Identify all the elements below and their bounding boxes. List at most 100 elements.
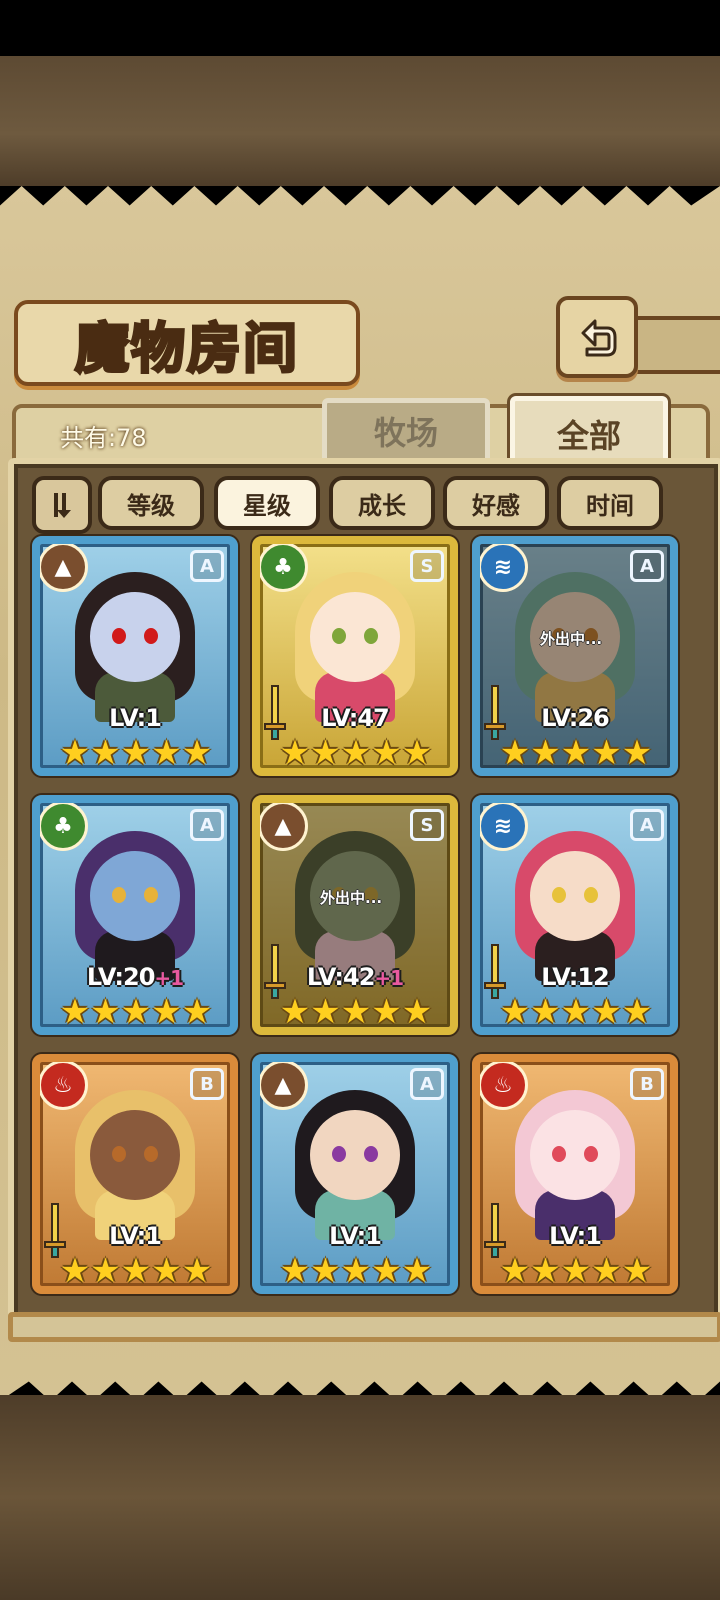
panel-bottom-edge [8, 1312, 720, 1342]
star-icon: ★ [151, 733, 182, 773]
portrait-eye [332, 628, 346, 644]
monster-portrait [60, 562, 210, 722]
portrait-face [90, 1110, 180, 1200]
monster-card[interactable]: ♨ B LV:1 ★ ★ ★ ★ ★ [32, 1054, 238, 1294]
portrait-eye [552, 1146, 566, 1162]
monster-portrait [280, 562, 430, 722]
star-icon: ★ [181, 733, 213, 773]
star-icon: ★ [310, 733, 341, 773]
sort-toggle-icon [54, 493, 71, 518]
level-bonus: +1 [154, 966, 184, 990]
star-icon: ★ [530, 992, 561, 1032]
level-text: LV:1 [109, 704, 162, 732]
star-icon: ★ [120, 1251, 152, 1291]
fire-element-icon: ♨ [40, 1062, 88, 1110]
star-icon: ★ [90, 1251, 121, 1291]
monster-card[interactable]: 外出中... ▲ S LV:42+1 ★ ★ ★ ★ ★ [252, 795, 458, 1035]
portrait-eye [332, 1146, 346, 1162]
portrait-eye [364, 1146, 378, 1162]
sort-by-star-button[interactable]: 星级 [214, 476, 320, 530]
rank-badge: A [630, 809, 664, 841]
star-icon: ★ [401, 733, 433, 773]
star-icon: ★ [181, 992, 213, 1032]
back-button[interactable] [556, 296, 638, 378]
star-icon: ★ [340, 992, 372, 1032]
monster-card[interactable]: ≋ A LV:12 ★ ★ ★ ★ ★ [472, 795, 678, 1035]
sort-by-level-button[interactable]: 等级 [98, 476, 204, 530]
sort-by-affinity-button[interactable]: 好感 [443, 476, 549, 530]
monster-level: LV:1 [480, 1222, 670, 1250]
star-icon: ★ [499, 733, 531, 773]
level-text: LV:26 [541, 704, 609, 732]
monster-card[interactable]: ▲ A LV:1 ★ ★ ★ ★ ★ [252, 1054, 458, 1294]
star-rating: ★ ★ ★ ★ ★ [280, 992, 432, 1032]
portrait-eye [364, 628, 378, 644]
map-background-bottom [0, 1395, 720, 1600]
rank-badge: A [190, 550, 224, 582]
star-icon: ★ [621, 733, 653, 773]
monster-level: LV:42+1 [260, 963, 450, 991]
monster-card[interactable]: ▲ A LV:1 ★ ★ ★ ★ ★ [32, 536, 238, 776]
monster-card[interactable]: ♣ A LV:20+1 ★ ★ ★ ★ ★ [32, 795, 238, 1035]
rank-badge: S [410, 809, 444, 841]
level-text: LV:20 [86, 963, 155, 991]
rank-badge: B [630, 1068, 664, 1100]
away-status-text: 外出中... [540, 630, 603, 648]
portrait-face [530, 851, 620, 941]
portrait-face [90, 851, 180, 941]
level-text: LV:1 [549, 1222, 602, 1250]
monster-level: LV:1 [260, 1222, 450, 1250]
tab-farm[interactable]: 牧场 [322, 398, 490, 464]
monster-card[interactable]: ♨ B LV:1 ★ ★ ★ ★ ★ [472, 1054, 678, 1294]
rank-badge: A [190, 809, 224, 841]
star-icon: ★ [279, 992, 311, 1032]
rank-badge: S [410, 550, 444, 582]
monster-portrait [280, 1080, 430, 1240]
sort-order-toggle[interactable] [32, 476, 92, 534]
rank-badge: A [630, 550, 664, 582]
back-arrow-icon [581, 319, 617, 357]
leaf-element-icon: ♣ [260, 544, 308, 592]
earth-element-icon: ▲ [40, 544, 88, 592]
monster-level: LV:47 [260, 704, 450, 732]
monster-card[interactable]: ♣ S LV:47 ★ ★ ★ ★ ★ [252, 536, 458, 776]
star-icon: ★ [371, 992, 402, 1032]
star-icon: ★ [90, 733, 121, 773]
star-rating: ★ ★ ★ ★ ★ [60, 992, 212, 1032]
map-background-top [0, 56, 720, 186]
level-text: LV:1 [109, 1222, 162, 1250]
sort-by-growth-button[interactable]: 成长 [329, 476, 435, 530]
monster-card[interactable]: 外出中... ≋ A LV:26 ★ ★ ★ ★ ★ [472, 536, 678, 776]
star-icon: ★ [120, 992, 152, 1032]
monster-level: LV:1 [40, 1222, 230, 1250]
star-icon: ★ [59, 1251, 91, 1291]
star-icon: ★ [340, 733, 372, 773]
rank-badge: A [410, 1068, 444, 1100]
level-text: LV:12 [541, 963, 609, 991]
star-icon: ★ [151, 1251, 182, 1291]
portrait-face [530, 1110, 620, 1200]
star-rating: ★ ★ ★ ★ ★ [280, 1251, 432, 1291]
monster-level: LV:12 [480, 963, 670, 991]
star-icon: ★ [401, 1251, 433, 1291]
portrait-eye [144, 628, 158, 644]
star-icon: ★ [560, 992, 592, 1032]
sort-by-time-button[interactable]: 时间 [557, 476, 663, 530]
star-icon: ★ [59, 733, 91, 773]
portrait-face [90, 592, 180, 682]
star-icon: ★ [310, 1251, 341, 1291]
star-rating: ★ ★ ★ ★ ★ [280, 733, 432, 773]
monster-level: LV:26 [480, 704, 670, 732]
status-bar [0, 0, 720, 56]
rank-badge: B [190, 1068, 224, 1100]
monster-portrait [60, 1080, 210, 1240]
star-icon: ★ [591, 733, 622, 773]
portrait-eye [144, 887, 158, 903]
portrait-eye [584, 1146, 598, 1162]
star-rating: ★ ★ ★ ★ ★ [500, 1251, 652, 1291]
star-icon: ★ [401, 992, 433, 1032]
star-icon: ★ [560, 1251, 592, 1291]
monster-count: 共有:78 [60, 424, 147, 452]
star-icon: ★ [151, 992, 182, 1032]
star-icon: ★ [530, 1251, 561, 1291]
